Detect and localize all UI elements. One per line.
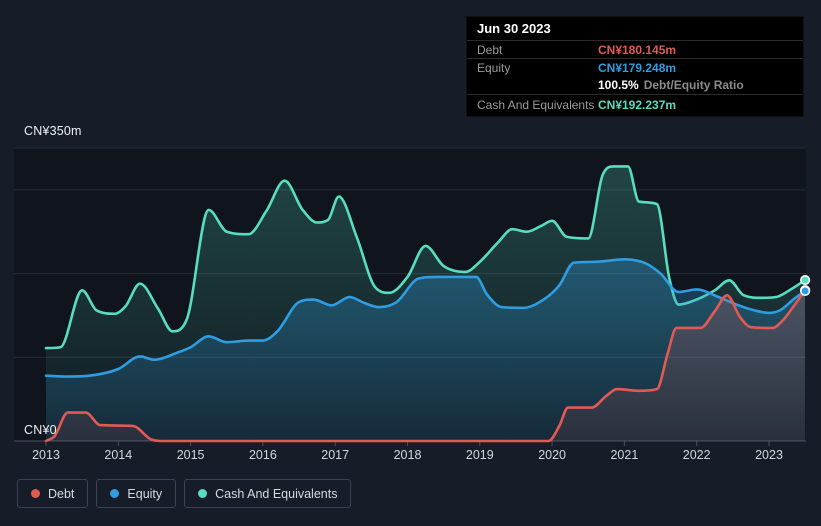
tooltip-cash-label: Cash And Equivalents [477, 97, 595, 112]
legend-cash-label: Cash And Equivalents [215, 486, 338, 501]
tooltip-ratio-value: 100.5% [598, 78, 639, 92]
x-tick-label-2016: 2016 [248, 448, 277, 462]
x-tick-label-2017: 2017 [321, 448, 350, 462]
tooltip-cash-value: CN¥192.237m [598, 97, 677, 112]
tooltip-debt-value: CN¥180.145m [598, 42, 677, 57]
x-tick-label-2013: 2013 [32, 448, 60, 462]
debt-equity-history-panel: CN¥350m CN¥0 2013 2014 2015 2016 2017 2018 201… [0, 0, 821, 526]
y-axis-max-label: CN¥350m [24, 124, 82, 138]
x-tick-label-2020: 2020 [538, 448, 566, 462]
tooltip-equity-value: CN¥179.248m [598, 60, 677, 75]
tooltip-equity-label: Equity [477, 60, 511, 75]
x-tick-label-2019: 2019 [465, 448, 494, 462]
legend-debt-label: Debt [48, 486, 75, 501]
equity-series-dot-icon [110, 489, 120, 498]
tooltip-ratio-label: Debt/Equity Ratio [643, 78, 744, 92]
legend-item-debt[interactable]: Debt [17, 479, 89, 508]
chart-legend: Debt Equity Cash And Equivalents [17, 479, 352, 508]
tooltip-ratio-row: 100.5% Debt/Equity Ratio [467, 76, 803, 94]
tooltip-equity-row: Equity CN¥179.248m [467, 58, 803, 76]
tooltip-debt-label: Debt [477, 42, 503, 57]
equity-endpoint-dot[interactable] [800, 285, 811, 297]
chart-tooltip: Jun 30 2023 Debt CN¥180.145m Equity CN¥1… [466, 16, 804, 117]
x-tick-label-2015: 2015 [176, 448, 205, 462]
y-axis-min-label: CN¥0 [24, 423, 57, 437]
debt-series-dot-icon [31, 489, 40, 498]
x-tick-label-2014: 2014 [104, 448, 133, 462]
legend-equity-label: Equity [127, 486, 163, 501]
cash-series-dot-icon [198, 489, 208, 498]
legend-item-cash[interactable]: Cash And Equivalents [184, 479, 352, 508]
cash-and-equivalents-endpoint-dot[interactable] [800, 274, 811, 286]
tooltip-cash-row: Cash And Equivalents CN¥192.237m [467, 94, 803, 114]
x-tick-label-2021: 2021 [610, 448, 639, 462]
tooltip-date: Jun 30 2023 [477, 21, 551, 36]
x-tick-label-2018: 2018 [393, 448, 422, 462]
x-tick-label-2023: 2023 [755, 448, 783, 462]
legend-item-equity[interactable]: Equity [96, 479, 177, 508]
tooltip-debt-row: Debt CN¥180.145m [467, 40, 803, 58]
x-tick-label-2022: 2022 [682, 448, 711, 462]
